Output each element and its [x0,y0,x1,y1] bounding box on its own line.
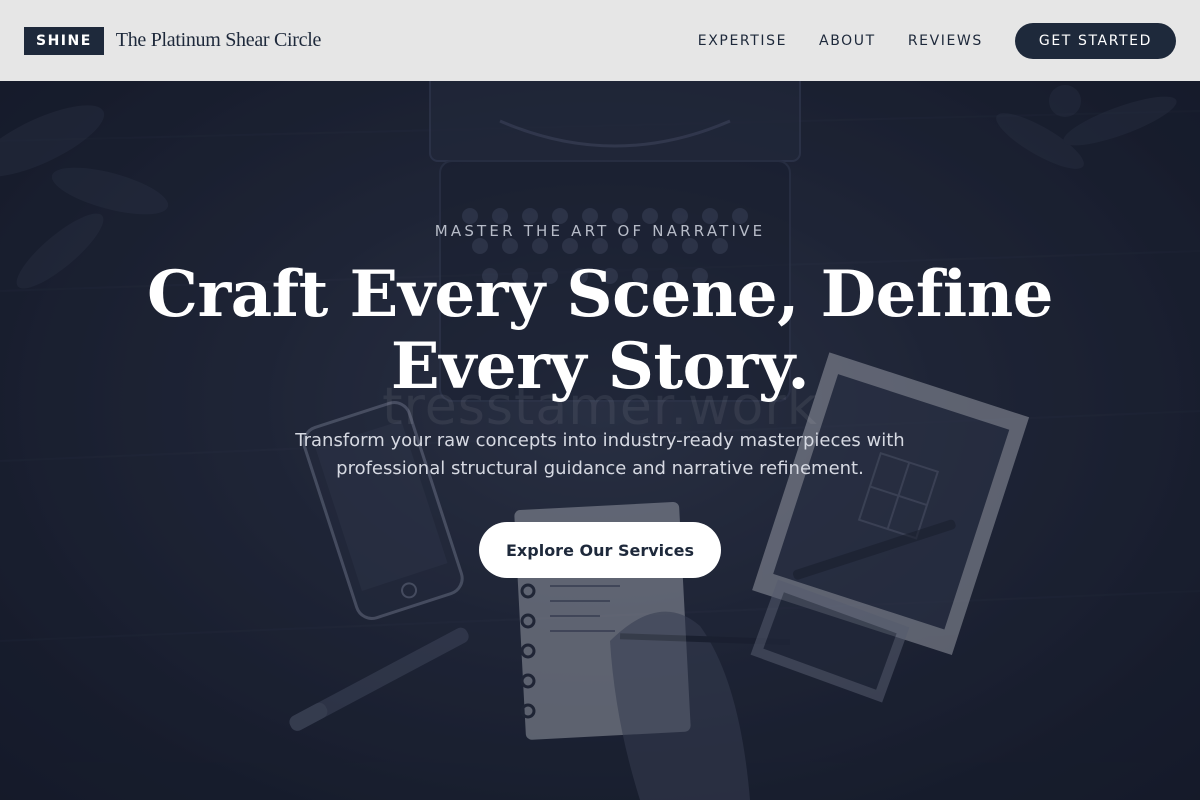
nav-link-reviews[interactable]: REVIEWS [908,33,983,49]
brand-name[interactable]: The Platinum Shear Circle [116,29,322,52]
nav-link-about[interactable]: ABOUT [819,33,876,49]
site-header: SHINE The Platinum Shear Circle EXPERTIS… [0,0,1200,81]
hero-subtext: Transform your raw concepts into industr… [295,430,905,479]
nav-link-expertise[interactable]: EXPERTISE [698,33,787,49]
logo-label: SHINE [36,32,92,49]
main-nav: EXPERTISE ABOUT REVIEWS GET STARTED [698,22,1176,59]
hero-eyebrow: MASTER THE ART OF NARRATIVE [434,222,766,240]
logo[interactable]: SHINE [24,26,104,55]
explore-services-button[interactable]: Explore Our Services [479,522,721,578]
hero-headline: Craft Every Scene, Define Every Story. [147,257,1053,404]
get-started-button[interactable]: GET STARTED [1014,22,1176,59]
hero-section: tresstamer.work MASTER THE ART OF NARRAT… [0,81,1200,800]
